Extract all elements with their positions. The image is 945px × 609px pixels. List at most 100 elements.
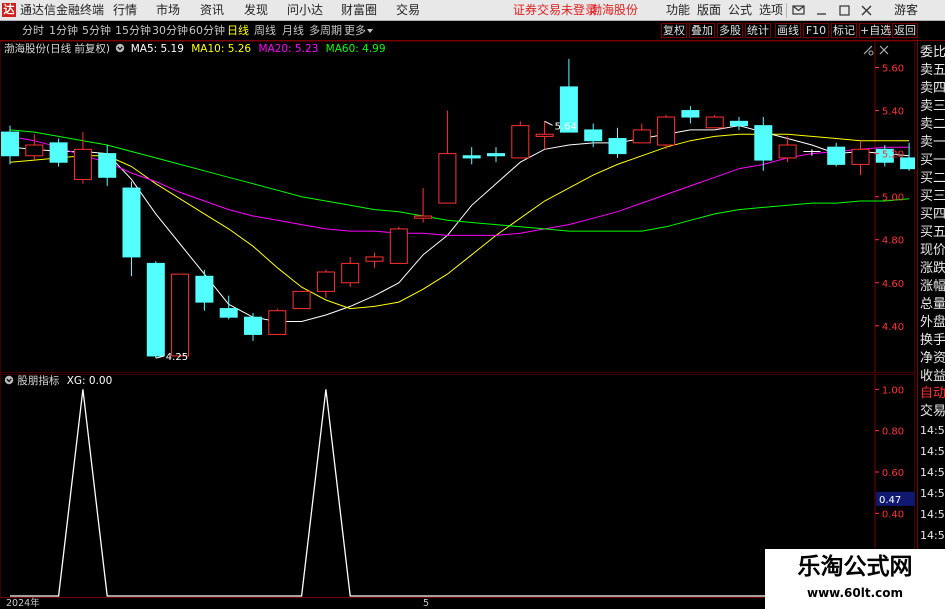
tool-tongji[interactable]: 统计 [745, 23, 771, 38]
candle[interactable] [827, 142, 846, 167]
price-tick-label: 5.60 [882, 64, 904, 75]
menu-zixun[interactable]: 资讯 [200, 3, 224, 18]
chart-close-icon[interactable] [878, 44, 890, 56]
period-5min[interactable]: 5分钟 [82, 23, 111, 38]
indicator-tick-label: 0.40 [882, 509, 904, 520]
candle[interactable] [535, 121, 554, 150]
price-tick-label: 4.60 [882, 279, 904, 290]
candle[interactable] [122, 181, 141, 277]
tool-diejia[interactable]: 叠加 [689, 23, 715, 38]
indicator-toggle-icon[interactable] [4, 375, 14, 385]
auto-trade-toggle[interactable]: 自动 [920, 386, 945, 402]
menu-caifuquan[interactable]: 财富圈 [341, 3, 377, 18]
period-multi[interactable]: 多周期 [309, 23, 342, 38]
tool-f10[interactable]: F10 [803, 23, 829, 38]
candle[interactable] [98, 145, 117, 186]
tick-time: 14:56 [920, 487, 945, 500]
stock-tab[interactable]: 渤海股份 [590, 3, 638, 18]
date-axis-month: 5 [423, 598, 430, 609]
extreme-price-label: 5.64 [555, 121, 577, 132]
menu-faxian[interactable]: 发现 [244, 3, 268, 18]
quote-label-14: 总量 [920, 297, 945, 312]
period-30min[interactable]: 30分钟 [152, 23, 188, 38]
candle[interactable] [462, 147, 481, 165]
candle[interactable] [851, 140, 870, 176]
menu-banmian[interactable]: 版面 [697, 3, 721, 18]
candle[interactable] [146, 261, 165, 359]
period-fenshi[interactable]: 分时 [22, 23, 44, 38]
tick-time: 14:56 [920, 508, 945, 521]
indicator-tick-label: 1.00 [882, 385, 904, 396]
candle[interactable] [49, 138, 68, 167]
candle-body [778, 144, 797, 159]
candle[interactable] [657, 114, 676, 150]
period-60min[interactable]: 60分钟 [189, 23, 225, 38]
tool-huaxian[interactable]: 画线 [775, 23, 801, 38]
date-axis: 2024年 5 [0, 597, 765, 609]
candle[interactable] [316, 269, 335, 298]
candle-body [608, 138, 627, 155]
tool-add-watchlist[interactable]: +自选 [859, 23, 891, 38]
candle-body [195, 275, 214, 303]
title-bar: 达 通达信金融终端 行情 市场 资讯 发现 问小达 财富圈 交易 证券交易未登录… [0, 0, 945, 21]
legend-toggle-icon[interactable] [115, 43, 125, 53]
menu-xuanxiang[interactable]: 选项 [759, 3, 783, 18]
maximize-icon[interactable] [838, 4, 851, 17]
candle[interactable] [608, 127, 627, 158]
candle[interactable] [730, 117, 748, 130]
menu-jiaoyi[interactable]: 交易 [396, 3, 420, 18]
menu-gongneng[interactable]: 功能 [666, 3, 690, 18]
candle[interactable] [632, 123, 651, 144]
period-15min[interactable]: 15分钟 [115, 23, 151, 38]
candle[interactable] [25, 134, 44, 161]
candle[interactable] [414, 188, 433, 223]
tool-duogu[interactable]: 多股 [717, 23, 743, 38]
period-more[interactable]: 更多 [344, 23, 366, 38]
chart-settings-icon[interactable] [862, 44, 874, 56]
candle[interactable] [705, 114, 724, 129]
period-weekly[interactable]: 周线 [254, 23, 276, 38]
period-1min[interactable]: 1分钟 [49, 23, 78, 38]
menu-gongshi[interactable]: 公式 [728, 3, 752, 18]
candle-body [122, 187, 141, 258]
candle-body [365, 256, 384, 262]
trade-login-notice[interactable]: 证券交易未登录 [513, 3, 597, 18]
candle-body [754, 125, 773, 161]
candle[interactable] [292, 290, 311, 310]
price-tick-label: 4.80 [882, 236, 904, 247]
menu-wenxiaoda[interactable]: 问小达 [287, 3, 323, 18]
candle-body [657, 116, 676, 146]
tool-fuquan[interactable]: 复权 [661, 23, 687, 38]
candle-body [292, 290, 311, 310]
trade-label[interactable]: 交易 [920, 404, 945, 420]
menu-shichang[interactable]: 市场 [156, 3, 180, 18]
candle[interactable] [681, 106, 700, 124]
kline-chart[interactable]: 5.64 4.25 4.40 4.60 4.80 5.00 5.20 5.40 5.60 [0, 41, 915, 373]
candle-body [389, 228, 408, 264]
tool-biaoji[interactable]: 标记 [831, 23, 857, 38]
minimize-icon[interactable] [815, 4, 828, 17]
candle[interactable] [1, 125, 19, 165]
indicator-tick-label: 0.60 [882, 468, 904, 479]
quote-label-5: 卖一 [920, 135, 945, 150]
more-chevron-down-icon[interactable] [366, 27, 374, 35]
candle[interactable] [268, 308, 287, 335]
candle[interactable] [389, 226, 408, 264]
candle-body [98, 153, 117, 178]
candle[interactable] [438, 110, 457, 204]
message-icon[interactable] [792, 4, 805, 17]
menu-hangqing[interactable]: 行情 [113, 3, 137, 18]
candle[interactable] [341, 256, 360, 288]
period-daily[interactable]: 日线 [227, 23, 249, 38]
candle[interactable] [487, 147, 505, 163]
quote-side-panel: 委比 卖五 卖四 卖三 卖二 卖一 买一 买二 买三 买四 买五 现价 涨跌 涨幅 总量 外盘 换手 净资 收益 自动… [917, 41, 945, 609]
candle[interactable] [365, 252, 384, 268]
candle[interactable] [195, 269, 214, 311]
candle[interactable] [244, 312, 262, 341]
tool-fanhui[interactable]: 返回 [892, 23, 918, 38]
candle[interactable] [511, 121, 530, 159]
period-monthly[interactable]: 月线 [282, 23, 304, 38]
guest-label[interactable]: 游客 [894, 3, 918, 18]
candle[interactable] [171, 273, 190, 357]
close-icon[interactable] [860, 4, 873, 17]
